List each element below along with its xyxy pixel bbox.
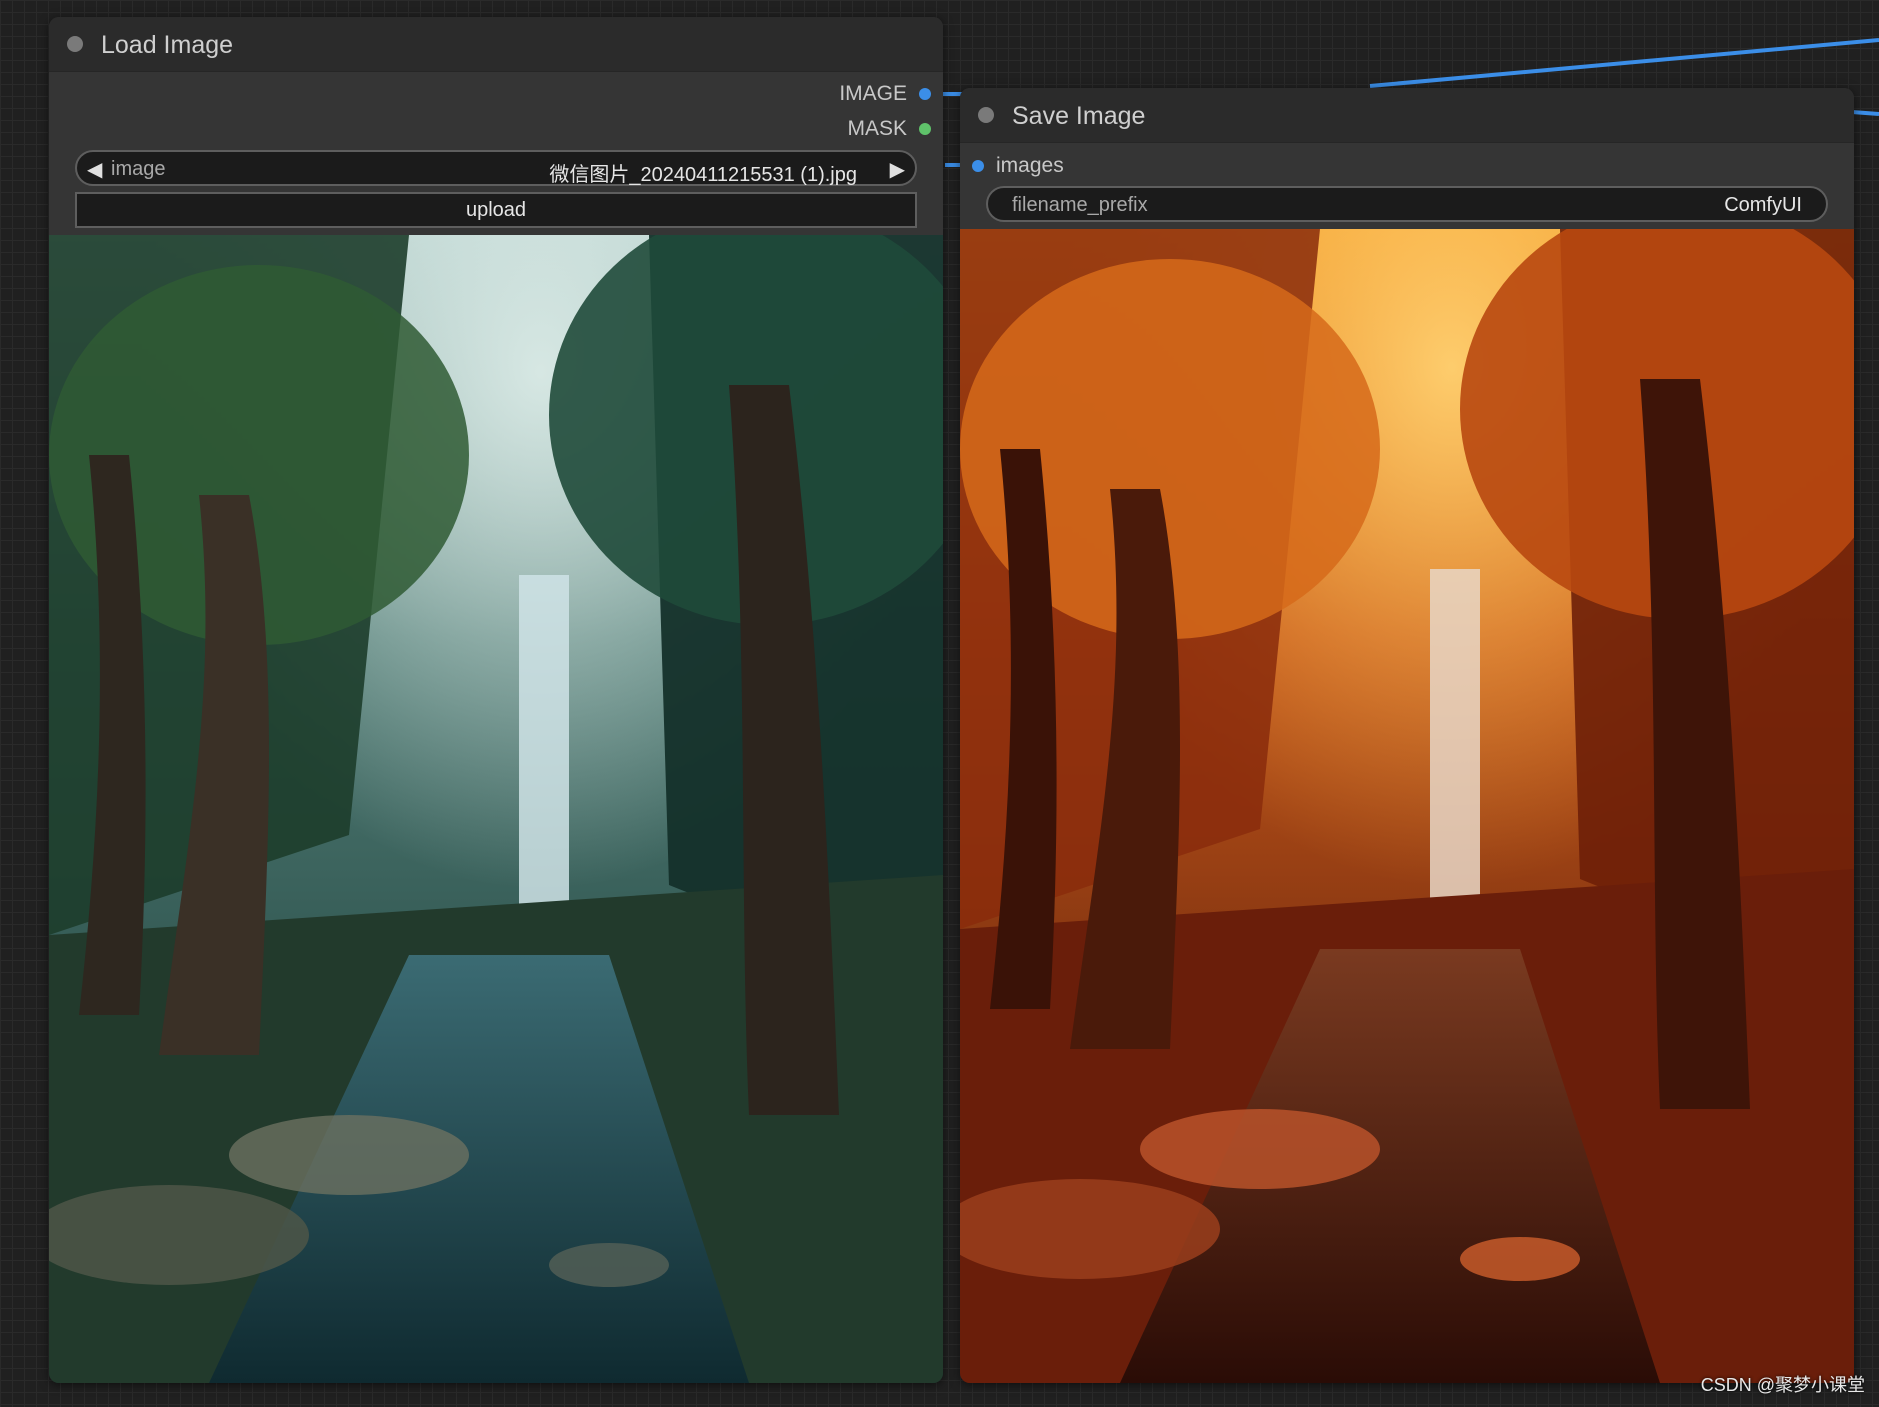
output-slot-image[interactable]: IMAGE (839, 79, 931, 109)
output-label-image: IMAGE (839, 82, 907, 105)
input-slot-images[interactable]: images (972, 151, 1064, 181)
forest-waterfall-image (49, 235, 943, 1383)
node-title: Save Image (1012, 102, 1146, 130)
output-dot-image-icon[interactable] (919, 88, 931, 100)
save-image-node[interactable]: Save Image images filename_prefix ComfyU… (960, 88, 1854, 1383)
combo-value: 微信图片_20240411215531 (1).jpg (549, 164, 857, 186)
collapse-dot-icon[interactable] (978, 107, 994, 123)
output-dot-mask-icon[interactable] (919, 123, 931, 135)
node-title-bar[interactable]: Load Image (49, 17, 943, 72)
watermark-text: CSDN @聚梦小课堂 (1700, 1375, 1865, 1395)
input-dot-images-icon[interactable] (972, 160, 984, 172)
combo-label: image (111, 158, 166, 180)
filename-prefix-widget[interactable]: filename_prefix ComfyUI (986, 186, 1828, 222)
node-title-bar[interactable]: Save Image (960, 88, 1854, 143)
filename-prefix-label: filename_prefix (1012, 194, 1148, 216)
autumn-forest-waterfall-image (960, 229, 1854, 1383)
arrow-left-icon[interactable]: ◀ (87, 157, 102, 182)
load-image-node[interactable]: Load Image IMAGE MASK ◀ image 微信图片_20240… (49, 17, 943, 1383)
node-title: Load Image (101, 31, 234, 59)
input-image-preview (49, 235, 943, 1383)
output-slot-mask[interactable]: MASK (847, 114, 931, 144)
collapse-dot-icon[interactable] (67, 36, 83, 52)
input-label-images: images (996, 154, 1064, 177)
image-combo-widget[interactable]: ◀ image 微信图片_20240411215531 (1).jpg ▶ (75, 150, 917, 186)
filename-prefix-value: ComfyUI (1724, 194, 1802, 216)
link-wire-right (1851, 110, 1879, 116)
upload-button[interactable]: upload (75, 192, 917, 228)
output-image-preview (960, 229, 1854, 1383)
link-wire-upper (1369, 38, 1879, 88)
output-label-mask: MASK (847, 117, 907, 140)
arrow-right-icon[interactable]: ▶ (890, 157, 905, 182)
